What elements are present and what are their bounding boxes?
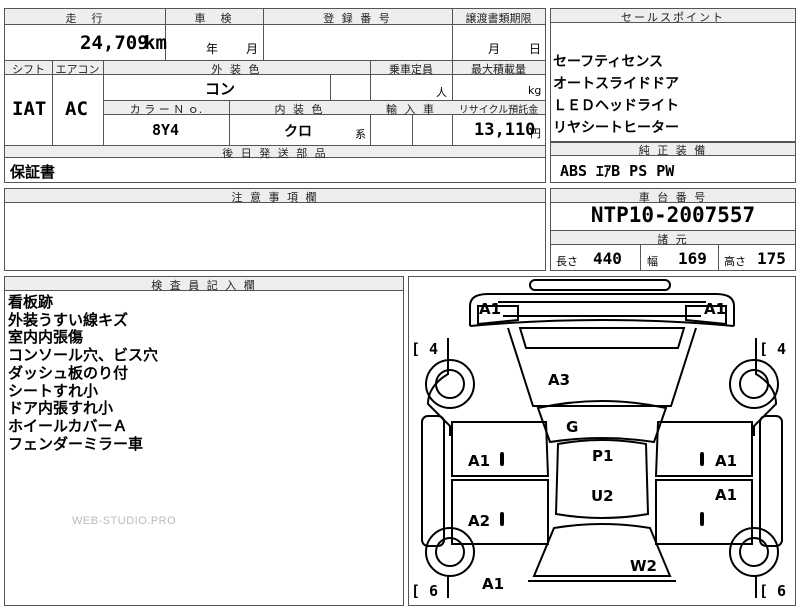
mileage-value: 24,709: [80, 32, 149, 54]
height-label: 高さ: [724, 255, 746, 268]
recycle-unit: 円: [530, 127, 541, 140]
mileage-unit: km: [144, 32, 167, 54]
diagram-label-rear-left: A1: [482, 575, 505, 593]
tyre-right-rear: [ 6: [759, 582, 787, 600]
shaken-month-unit: 月: [246, 42, 259, 56]
transfer-day-unit: 日: [529, 42, 542, 56]
sales-points-label: セールスポイント: [621, 11, 725, 24]
width-label: 幅: [647, 255, 658, 268]
later-parts-value: 保証書: [10, 163, 56, 181]
diagram-label-left-rear-door: A2: [468, 512, 491, 530]
sales-point-item: ＬＥＤヘッドライト: [553, 98, 679, 114]
color-no-value: 8Y4: [152, 121, 180, 139]
shift-label: シフト: [12, 63, 45, 76]
max-load-label: 最大積載量: [471, 63, 526, 76]
inspector-line: フェンダーミラー車: [8, 434, 144, 453]
transfer-deadline-label: 譲渡書類期限: [465, 12, 532, 25]
mileage-label: 走 行: [65, 12, 105, 25]
inspector-line: 外装うすい線キズ: [8, 310, 129, 329]
sales-point-item: リヤシートヒーター: [553, 120, 679, 136]
equipment-label: 純 正 装 備: [638, 144, 708, 157]
equipment-value: ABS ｴｱB PS PW: [560, 162, 675, 180]
length-value: 440: [593, 249, 622, 268]
interior-suffix: 系: [355, 128, 366, 141]
load-unit: kg: [528, 84, 542, 97]
inspector-line: 看板跡: [8, 293, 54, 311]
shift-value: IAT: [12, 98, 47, 120]
width-value: 169: [678, 249, 707, 268]
inspector-label: 検 査 員 記 入 欄: [151, 279, 257, 292]
diagram-label-bonnet: A3: [548, 371, 571, 389]
inspector-line: 室内内張傷: [8, 328, 84, 347]
tyre-left-front: [ 4: [411, 340, 439, 358]
recycle-value: 13,110: [474, 120, 536, 140]
transfer-month-unit: 月: [488, 42, 501, 56]
tyre-left-rear: [ 6: [411, 582, 439, 600]
notes-label: 注 意 事 項 欄: [231, 191, 319, 204]
diagram-label-roof: P1: [592, 447, 614, 465]
car-diagram: [421, 279, 783, 598]
inspector-line: ドア内張すれ小: [8, 399, 114, 418]
height-value: 175: [757, 249, 786, 268]
diagram-label-right-rear-door: A1: [715, 486, 738, 504]
diagram-label-front-right: A1: [704, 300, 727, 318]
import-label: 輸 入 車: [386, 103, 436, 116]
inspector-line: シートすれ小: [8, 381, 99, 400]
sales-point-item: オートスライドドア: [553, 76, 679, 92]
later-parts-label: 後 日 発 送 部 品: [222, 147, 328, 160]
diagram-label-rear-window: W2: [630, 557, 657, 575]
registration-label: 登 録 番 号: [323, 12, 392, 25]
sales-point-item: セーフティセンス: [553, 54, 664, 70]
capacity-label: 乗車定員: [389, 63, 433, 76]
shaken-label: 車 検: [194, 12, 234, 25]
aircon-label: エアコン: [55, 63, 100, 76]
capacity-unit: 人: [436, 86, 447, 99]
interior-color-value: クロ: [284, 124, 312, 140]
specs-label: 諸 元: [657, 233, 689, 246]
aircon-value: AC: [65, 98, 88, 120]
interior-color-label: 内 装 色: [274, 103, 325, 116]
inspector-line: コンソール穴、ビス穴: [8, 346, 159, 365]
length-label: 長さ: [556, 255, 578, 268]
sales-points-list: セーフティセンス オートスライドドア ＬＥＤヘッドライト リヤシートヒーター: [553, 51, 679, 139]
shaken-year-unit: 年: [206, 42, 219, 56]
color-no-label: カ ラ ー Ｎ ｏ.: [129, 103, 203, 116]
exterior-color-value: コン: [205, 80, 236, 98]
inspector-line: ダッシュ板のり付: [8, 363, 129, 382]
inspector-line: ホイールカバーＡ: [8, 416, 128, 435]
tyre-right-front: [ 4: [759, 340, 787, 358]
diagram-label-front-left: A1: [479, 300, 502, 318]
diagram-label-right-front-door: A1: [715, 452, 738, 470]
watermark: WEB-STUDIO.PRO: [72, 515, 177, 527]
diagram-label-glass: G: [566, 418, 579, 436]
inspector-notes: 看板跡 外装うすい線キズ 室内内張傷 コンソール穴、ビス穴 ダッシュ板のり付 シ…: [8, 293, 159, 453]
recycle-label: リサイクル預託金: [458, 105, 539, 116]
diagram-label-roof-rear: U2: [591, 487, 614, 505]
diagram-label-left-front-door: A1: [468, 452, 491, 470]
chassis-value: NTP10-2007557: [590, 203, 756, 227]
